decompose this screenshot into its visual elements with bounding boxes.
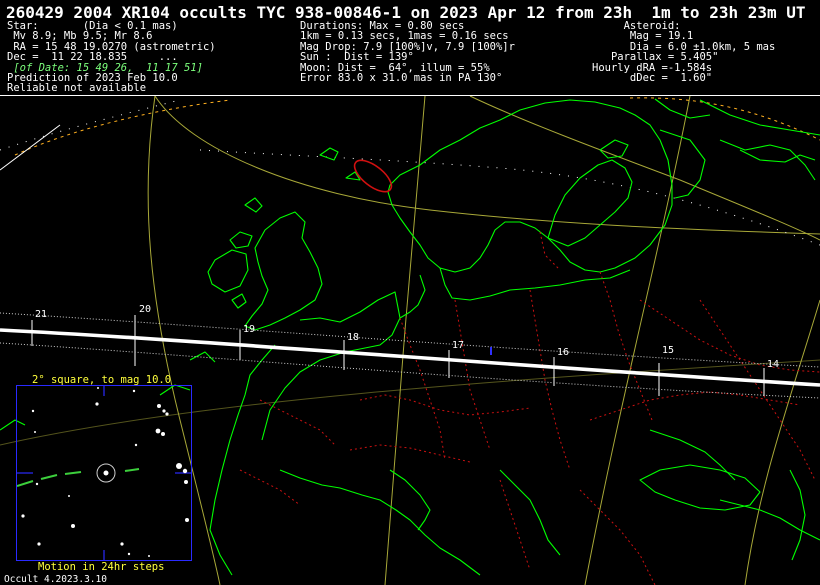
time-label-18: 18	[347, 332, 359, 343]
star-chart-inset	[16, 385, 192, 561]
country-borders	[239, 231, 820, 585]
star-chart-canvas	[16, 386, 191, 560]
horizon-dots	[0, 99, 820, 246]
time-label-15: 15	[662, 345, 674, 356]
time-label-16: 16	[557, 347, 569, 358]
twilight-line	[14, 97, 820, 156]
reliability-note: Reliable not available	[7, 82, 147, 95]
inset-motion-caption: Motion in 24hr steps	[38, 561, 165, 573]
header-divider	[0, 95, 820, 96]
time-label-17: 17	[452, 340, 464, 351]
occultation-map-window: 21 20 19 18 17 16 15 14 260429 2004 XR10…	[0, 0, 820, 585]
asteroid-info-column: Asteroid: Mag = 19.1 Dia = 6.0 ±1.0km, 5…	[592, 21, 775, 85]
asteroid-motion-track	[16, 468, 140, 487]
event-info-column: Durations: Max = 0.80 secs 1km = 0.13 sec…	[300, 21, 515, 85]
software-version: Occult 4.2023.3.10	[4, 574, 107, 585]
time-label-14: 14	[767, 359, 779, 370]
time-label-20: 20	[139, 304, 151, 315]
error-ellipse-info: Error 83.0 x 31.0 mas in PA 130°	[300, 72, 503, 85]
error-ellipse	[353, 159, 393, 193]
time-label-19: 19	[243, 324, 255, 335]
ddec: dDec = 1.60"	[592, 72, 713, 85]
field-stars	[21, 387, 189, 557]
star-info-column: Star: (Dia < 0.1 mas) Mv 8.9; Mb 9.5; Mr…	[7, 21, 216, 94]
time-label-21: 21	[35, 309, 47, 320]
